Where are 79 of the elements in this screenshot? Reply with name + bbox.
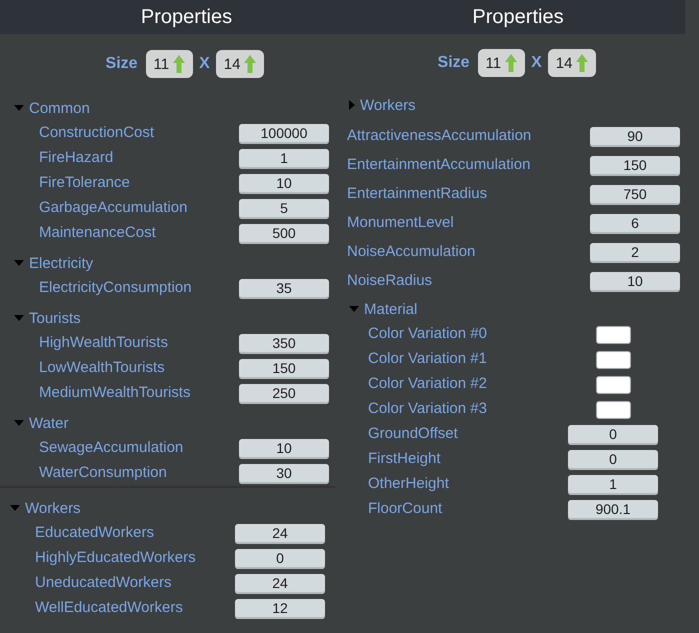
field-label: EntertainmentRadius: [347, 184, 488, 204]
section-header[interactable]: Workers: [8, 495, 81, 521]
up-arrow-icon: [505, 54, 518, 72]
size-separator: X: [199, 54, 210, 74]
field-label: WellEducatedWorkers: [35, 598, 184, 618]
value-field[interactable]: 24: [235, 574, 325, 594]
value-field[interactable]: 6: [590, 214, 680, 234]
section-header[interactable]: Material: [347, 296, 418, 322]
field-label: Color Variation #2: [368, 374, 488, 394]
up-arrow-icon: [576, 54, 588, 72]
value-field[interactable]: 0: [235, 548, 325, 568]
field-label: MaintenanceCost: [39, 223, 157, 244]
value-field[interactable]: 30: [239, 464, 329, 484]
field-label: GroundOffset: [368, 424, 459, 444]
field-label: FireTolerance: [39, 173, 131, 194]
size-separator: X: [531, 53, 542, 73]
field-label: FireHazard: [39, 148, 114, 168]
field-label: Color Variation #1: [368, 349, 488, 370]
size-label: Size: [438, 53, 470, 73]
color-swatch[interactable]: [596, 400, 630, 418]
field-label: MediumWealthTourists: [39, 383, 192, 404]
field-label: ConstructionCost: [39, 123, 156, 144]
field-label: HighWealthTourists: [39, 333, 169, 354]
field-label: FloorCount: [368, 499, 444, 520]
value-field[interactable]: 24: [235, 524, 325, 544]
value-field[interactable]: 10: [239, 174, 329, 194]
value-field[interactable]: 90: [590, 126, 680, 146]
field-label: NoiseRadius: [347, 271, 434, 292]
value-field[interactable]: 250: [239, 384, 329, 404]
color-swatch[interactable]: [596, 376, 630, 394]
field-label: GarbageAccumulation: [39, 198, 188, 218]
field-label: EntertainmentAccumulation: [347, 155, 532, 176]
section-header[interactable]: Workers: [347, 92, 416, 118]
value-field[interactable]: 750: [590, 184, 680, 204]
value-field[interactable]: 10: [239, 438, 329, 458]
panel-title: Properties: [140, 7, 232, 27]
value-field[interactable]: 2: [590, 242, 680, 262]
value-field[interactable]: 150: [590, 156, 680, 176]
color-swatch[interactable]: [596, 350, 630, 368]
up-arrow-icon: [244, 55, 256, 73]
field-label: WaterConsumption: [39, 463, 168, 484]
field-label: ElectricityConsumption: [39, 278, 193, 298]
value-field[interactable]: 0: [568, 450, 658, 470]
field-label: Color Variation #3: [368, 399, 488, 420]
value-field[interactable]: 100000: [239, 124, 329, 144]
field-label: AttractivenessAccumulation: [347, 126, 532, 146]
value-field[interactable]: 12: [235, 598, 325, 618]
field-label: HighlyEducatedWorkers: [35, 548, 197, 568]
value-field[interactable]: 0: [568, 424, 658, 444]
value-field[interactable]: 150: [239, 358, 329, 378]
field-label: FirstHeight: [368, 449, 442, 470]
value-field[interactable]: 1: [568, 474, 658, 494]
value-field[interactable]: 900.1: [568, 500, 658, 520]
section-header[interactable]: Electricity: [12, 250, 94, 276]
field-label: NoiseAccumulation: [347, 242, 476, 262]
panel-title: Properties: [472, 7, 564, 27]
section-header[interactable]: Water: [12, 410, 68, 436]
value-field[interactable]: 10: [590, 272, 680, 292]
field-label: Color Variation #0: [368, 324, 488, 344]
size-stepper[interactable]: 14: [548, 49, 596, 77]
value-field[interactable]: 350: [239, 334, 329, 354]
section-header[interactable]: Tourists: [12, 305, 81, 331]
section-header[interactable]: Common: [12, 95, 90, 121]
field-label: MonumentLevel: [347, 213, 455, 234]
up-arrow-icon: [173, 55, 186, 73]
field-label: LowWealthTourists: [39, 358, 166, 378]
size-stepper[interactable]: 14: [216, 50, 264, 78]
field-label: UneducatedWorkers: [35, 573, 172, 594]
size-stepper[interactable]: 11: [146, 50, 194, 78]
value-field[interactable]: 1: [239, 148, 329, 168]
field-label: EducatedWorkers: [35, 523, 155, 544]
size-label: Size: [106, 54, 138, 74]
field-label: SewageAccumulation: [39, 438, 184, 458]
value-field[interactable]: 35: [239, 278, 329, 298]
value-field[interactable]: 500: [239, 224, 329, 244]
size-stepper[interactable]: 11: [478, 49, 526, 77]
color-swatch[interactable]: [596, 326, 630, 344]
value-field[interactable]: 5: [239, 198, 329, 218]
field-label: OtherHeight: [368, 474, 450, 494]
